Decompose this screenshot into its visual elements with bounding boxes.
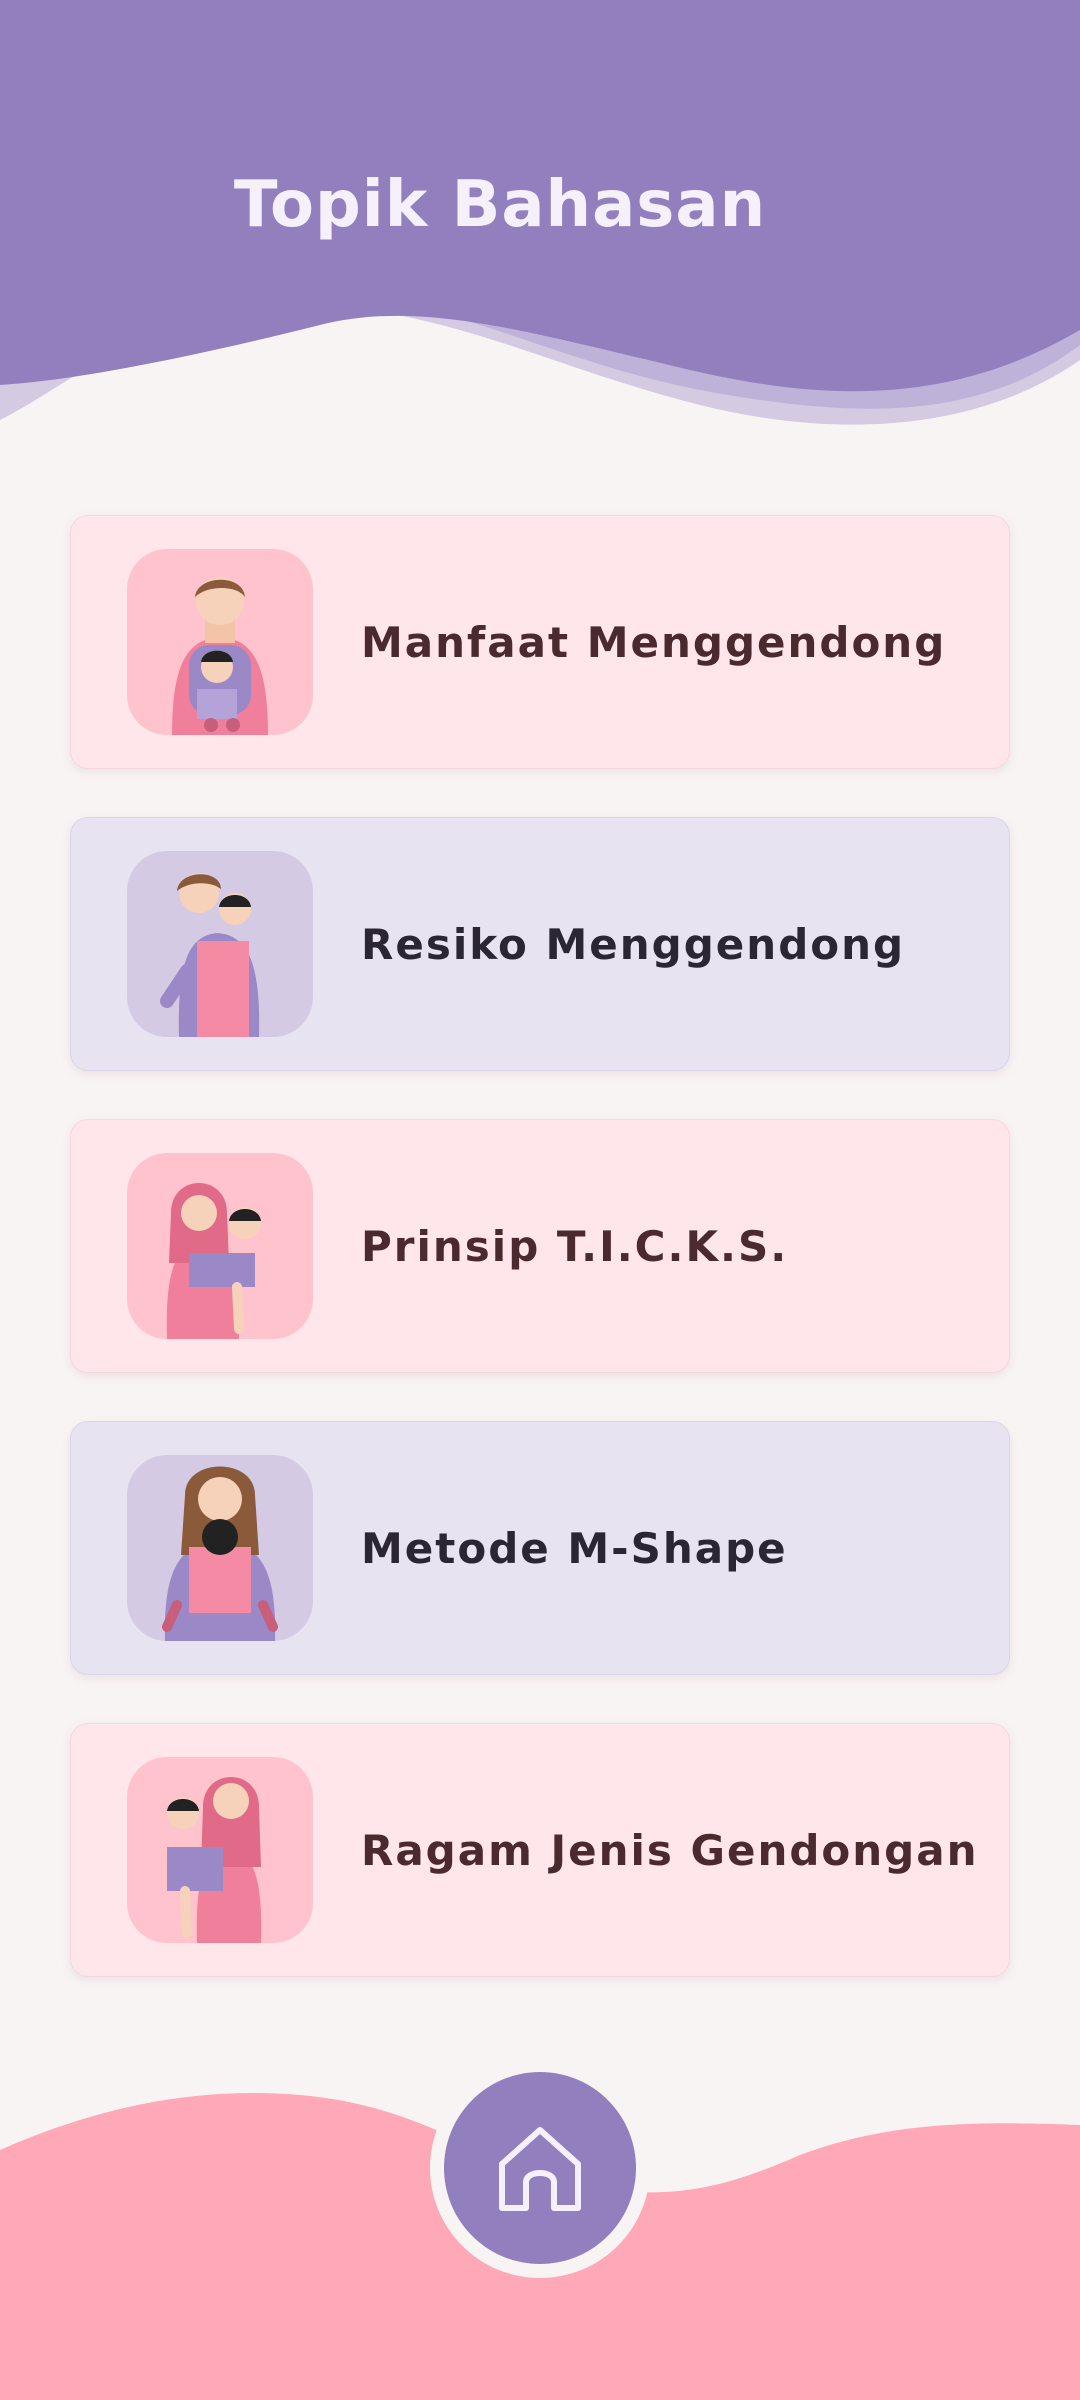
father-carrying-baby-illustration (127, 549, 313, 735)
home-button-circle (444, 2072, 636, 2264)
topic-card-ragam-jenis-gendongan[interactable]: Ragam Jenis Gendongan (70, 1723, 1010, 1977)
hijab-mother-hip-carry-illustration (127, 1153, 313, 1339)
topic-label: Metode M-Shape (361, 1523, 788, 1573)
topic-card-metode-m-shape[interactable]: Metode M-Shape (70, 1421, 1010, 1675)
topic-list: Manfaat Menggendong Resiko Menggendong P… (70, 515, 1010, 2025)
home-icon (499, 2127, 581, 2211)
topic-label: Manfaat Menggendong (361, 617, 947, 667)
topic-card-manfaat-menggendong[interactable]: Manfaat Menggendong (70, 515, 1010, 769)
topic-label: Resiko Menggendong (361, 919, 906, 969)
topic-card-prinsip-ticks[interactable]: Prinsip T.I.C.K.S. (70, 1119, 1010, 1373)
mother-back-carry-illustration (127, 851, 313, 1037)
topic-label: Prinsip T.I.C.K.S. (361, 1221, 789, 1271)
topic-label: Ragam Jenis Gendongan (361, 1825, 979, 1875)
hijab-mother-side-carry-illustration (127, 1757, 313, 1943)
mother-front-carry-illustration (127, 1455, 313, 1641)
topic-card-resiko-menggendong[interactable]: Resiko Menggendong (70, 817, 1010, 1071)
page-title: Topik Bahasan (233, 168, 767, 242)
home-button[interactable] (430, 2058, 650, 2278)
